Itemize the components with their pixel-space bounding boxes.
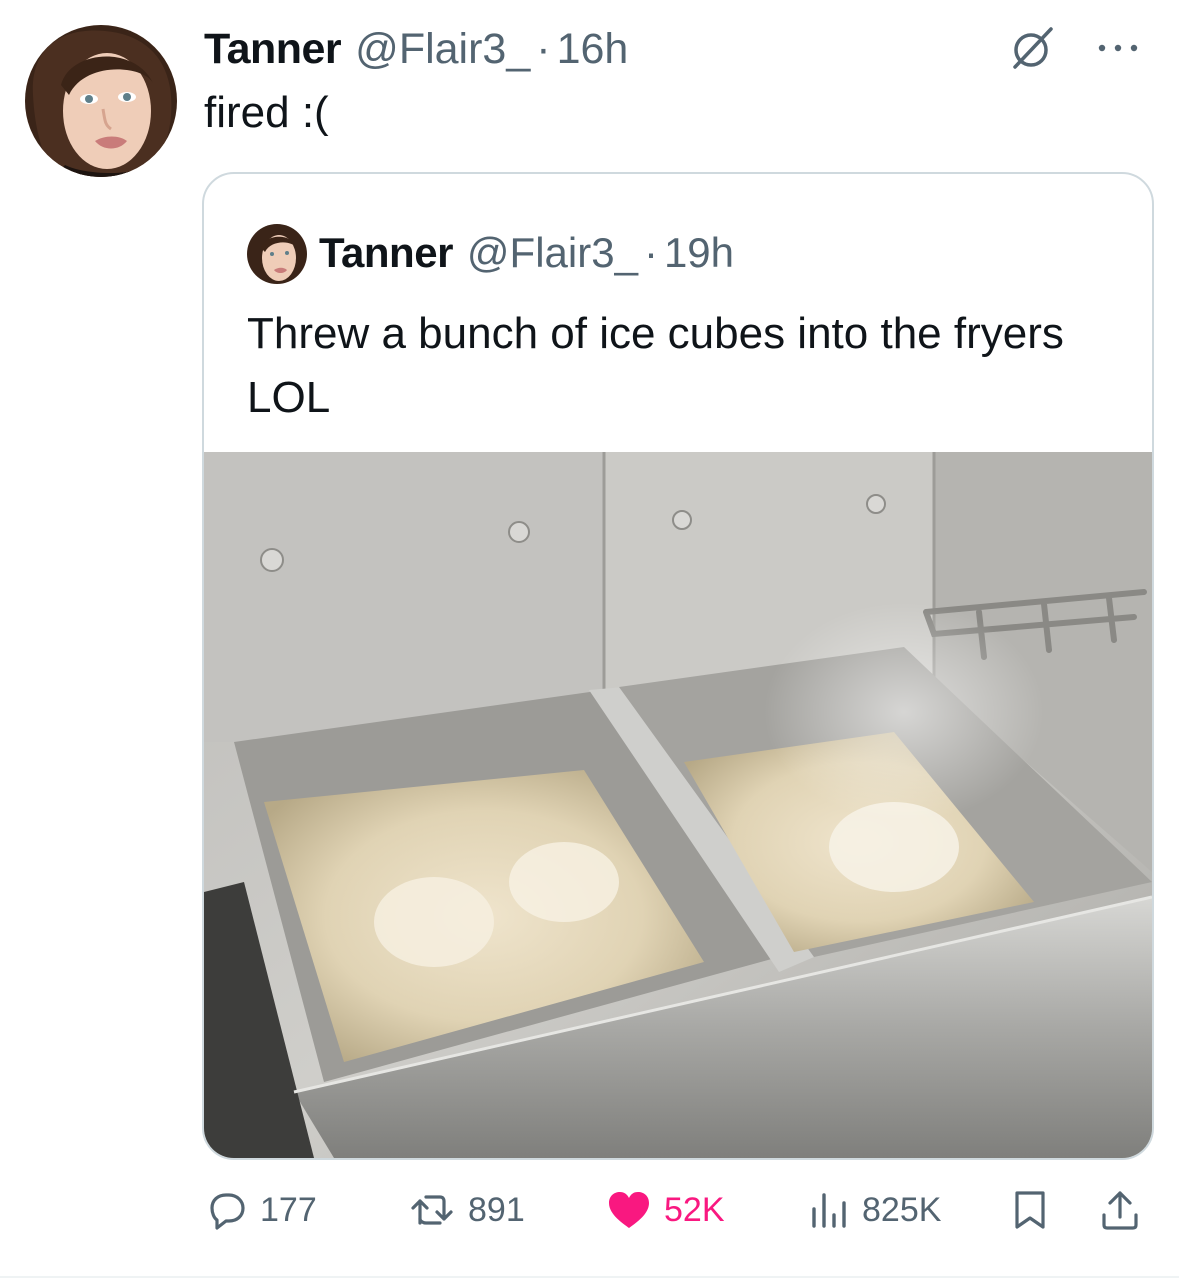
reply-bubble-icon	[210, 1193, 245, 1230]
quoted-separator-dot: ·	[643, 229, 658, 276]
tweet-header: Tanner @Flair3_ · 16h	[204, 25, 628, 73]
views-bar-chart-icon	[812, 1193, 846, 1228]
tweet-action-bar: 177 891 52K 825K	[0, 1180, 1179, 1240]
quoted-author-handle[interactable]: @Flair3_	[467, 229, 638, 277]
divider	[0, 1276, 1179, 1278]
views-button[interactable]: 825K	[808, 1180, 941, 1240]
repost-count: 891	[468, 1190, 525, 1229]
share-upload-icon	[1102, 1191, 1138, 1230]
quoted-tweet-text: Threw a bunch of ice cubes into the frye…	[247, 309, 1064, 422]
reply-count: 177	[260, 1190, 317, 1229]
repost-icon	[411, 1195, 453, 1225]
quoted-tweet-timestamp[interactable]: 19h	[664, 229, 734, 277]
bookmark-icon	[1015, 1191, 1045, 1229]
avatar-photo	[25, 25, 177, 177]
reply-button[interactable]: 177	[206, 1180, 317, 1240]
share-button[interactable]	[1100, 1180, 1140, 1240]
author-handle[interactable]: @Flair3_	[355, 25, 530, 74]
tweet-text: fired :(	[204, 88, 329, 137]
views-count: 825K	[862, 1190, 942, 1229]
separator-dot: ·	[536, 24, 551, 73]
like-count: 52K	[664, 1190, 725, 1229]
quoted-author-display-name[interactable]: Tanner	[319, 229, 453, 277]
tweet-timestamp[interactable]: 16h	[557, 25, 629, 74]
heart-filled-icon	[609, 1192, 649, 1228]
author-display-name[interactable]: Tanner	[204, 25, 342, 74]
like-button[interactable]: 52K	[606, 1180, 725, 1240]
quoted-tweet-header: Tanner @Flair3_ · 19h	[319, 228, 734, 278]
repost-button[interactable]: 891	[410, 1180, 525, 1240]
bookmark-button[interactable]	[1012, 1180, 1048, 1240]
quoted-tweet-card[interactable]: Tanner @Flair3_ · 19h Threw a bunch of i…	[202, 172, 1154, 1160]
quoted-avatar-photo	[247, 224, 307, 284]
author-avatar[interactable]	[25, 25, 177, 177]
quoted-author-avatar[interactable]	[247, 224, 307, 284]
grok-icon[interactable]	[1010, 25, 1056, 71]
more-dots-icon[interactable]	[1094, 38, 1142, 58]
quoted-tweet-photo[interactable]	[204, 452, 1152, 1158]
